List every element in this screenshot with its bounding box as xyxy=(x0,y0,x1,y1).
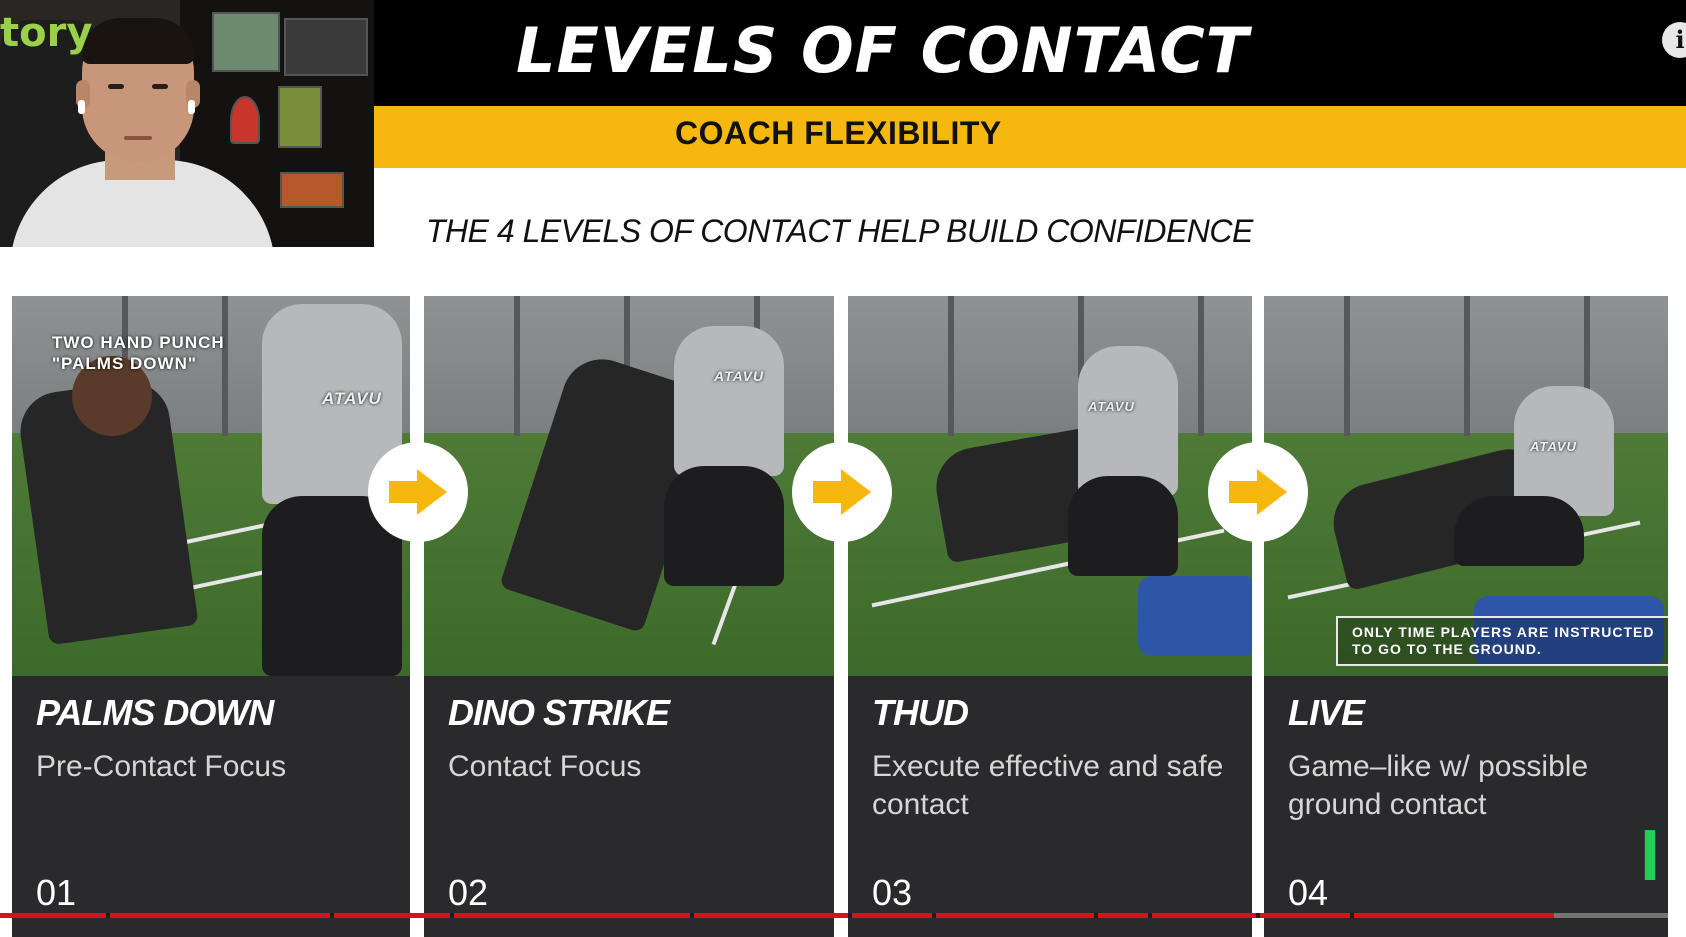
shirt-logo: ATAVU xyxy=(1088,399,1135,414)
level-number: 02 xyxy=(448,872,489,913)
shelf-figure xyxy=(230,96,260,144)
level-card-2: ATAVU DINO STRIKE Contact Focus 02 xyxy=(424,296,834,937)
shelf-picture xyxy=(212,12,280,72)
level-description: Game–like w/ possible ground contact xyxy=(1288,750,1589,821)
shirt-logo: ATAVU xyxy=(1530,439,1577,454)
level-title: THUD xyxy=(872,692,969,733)
webcam-overlay: tory xyxy=(0,0,374,247)
level-number: 04 xyxy=(1288,872,1329,913)
player-grey xyxy=(674,326,784,476)
level-photo-4: ATAVU ONLY TIME PLAYERS ARE INSTRUCTED T… xyxy=(1264,296,1668,676)
level-card-1: ATAVU TWO HAND PUNCH "PALMS DOWN" PALMS … xyxy=(12,296,410,937)
level-photo-3: ATAVU xyxy=(848,296,1252,676)
level-number: 03 xyxy=(872,872,913,913)
player-grey xyxy=(1078,346,1178,496)
shirt-logo: ATAVU xyxy=(714,368,765,384)
player-shorts xyxy=(664,466,784,586)
shelf-book xyxy=(278,86,322,148)
shirt-logo: ATAVU xyxy=(322,389,382,408)
slide-title: LEVELS OF CONTACT xyxy=(516,14,1250,87)
shelf-helmets xyxy=(284,18,368,76)
arrow-right-icon xyxy=(368,442,468,542)
video-progress-bar[interactable] xyxy=(0,913,1686,918)
level-photo-2: ATAVU xyxy=(424,296,834,676)
level-card-4: ATAVU ONLY TIME PLAYERS ARE INSTRUCTED T… xyxy=(1264,296,1668,937)
level-title: DINO STRIKE xyxy=(448,692,670,733)
earbud-right xyxy=(188,100,195,114)
video-progress-fill xyxy=(0,913,1555,918)
arrow-right-icon xyxy=(792,442,892,542)
chapter-marker xyxy=(330,913,334,918)
level-number: 01 xyxy=(36,872,77,913)
chapter-marker xyxy=(1094,913,1098,918)
chapter-marker xyxy=(932,913,936,918)
tackling-pad xyxy=(1138,576,1252,656)
level-caption-1: PALMS DOWN Pre-Contact Focus 01 xyxy=(12,676,410,937)
chapter-marker xyxy=(106,913,110,918)
level-caption-4: LIVE Game–like w/ possible ground contac… xyxy=(1264,676,1668,937)
slide-subtitle: COACH FLEXIBILITY xyxy=(675,115,1002,151)
presenter-mouth xyxy=(124,136,152,140)
level-description: Contact Focus xyxy=(448,750,642,783)
player-shorts xyxy=(1068,476,1178,576)
level-title: LIVE xyxy=(1288,692,1365,733)
chapter-marker xyxy=(1148,913,1152,918)
presenter-hair xyxy=(82,18,194,64)
chair-logo: tory xyxy=(0,10,93,56)
level-caption-2: DINO STRIKE Contact Focus 02 xyxy=(424,676,834,937)
arrow-right-icon xyxy=(1208,442,1308,542)
level-title: PALMS DOWN xyxy=(36,692,274,733)
player-shorts xyxy=(1454,496,1584,566)
chapter-marker xyxy=(690,913,694,918)
level-card-3: ATAVU THUD Execute effective and safe co… xyxy=(848,296,1252,937)
chapter-marker xyxy=(848,913,852,918)
presenter-eye-left xyxy=(108,84,124,89)
slide-tagline: THE 4 LEVELS OF CONTACT HELP BUILD CONFI… xyxy=(426,213,1253,249)
chapter-marker xyxy=(1256,913,1260,918)
photo-overlay-text: TWO HAND PUNCH "PALMS DOWN" xyxy=(52,333,225,373)
earbud-left xyxy=(78,100,85,114)
presenter-eye-right xyxy=(152,84,168,89)
chapter-marker xyxy=(1350,913,1354,918)
corner-logo: I xyxy=(1640,816,1661,896)
level-caption-3: THUD Execute effective and safe contact … xyxy=(848,676,1252,937)
chapter-marker xyxy=(450,913,454,918)
subtitle-band xyxy=(374,106,1686,168)
level-photo-1: ATAVU TWO HAND PUNCH "PALMS DOWN" xyxy=(12,296,410,676)
shelf-toys xyxy=(280,172,344,208)
level-description: Pre-Contact Focus xyxy=(36,750,287,783)
level-description: Execute effective and safe contact xyxy=(872,750,1224,821)
photo-note: ONLY TIME PLAYERS ARE INSTRUCTED TO GO T… xyxy=(1336,616,1668,666)
